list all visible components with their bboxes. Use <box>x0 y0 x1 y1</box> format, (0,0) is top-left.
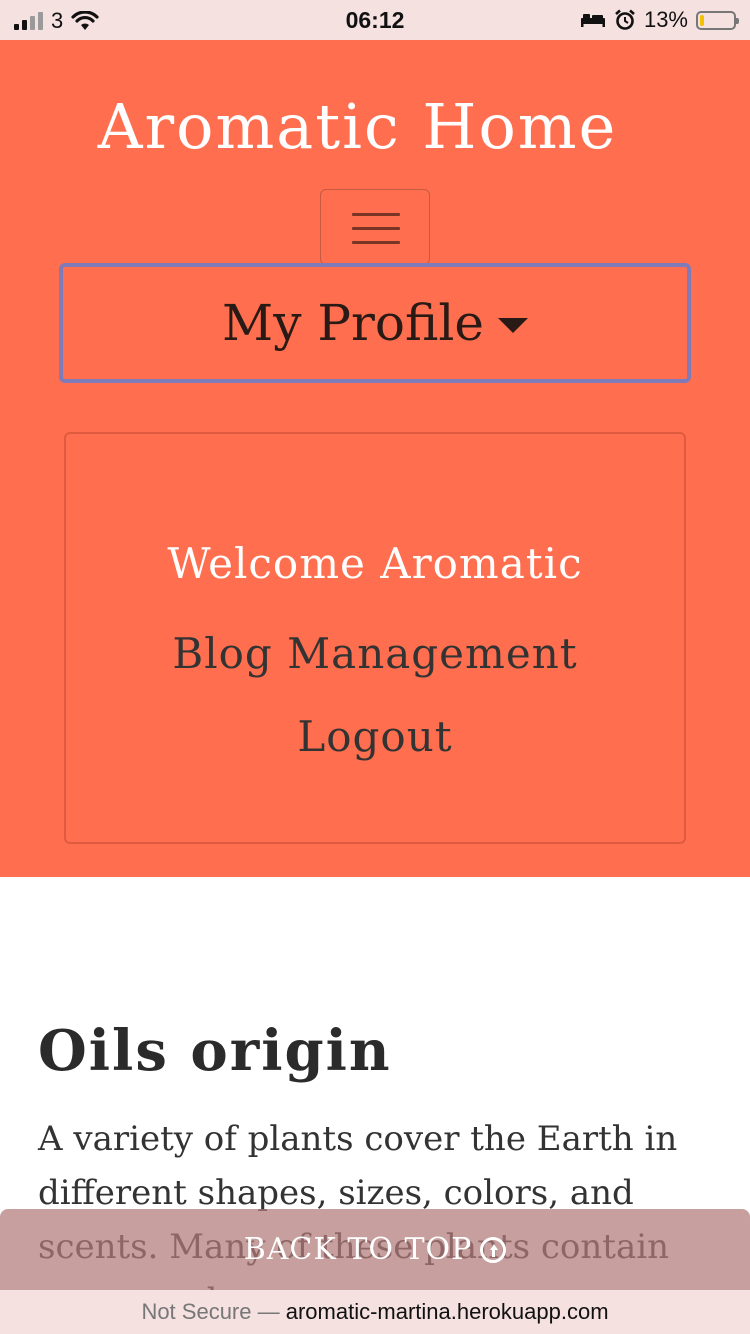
arrow-up-circle-icon <box>480 1236 507 1263</box>
caret-down-icon <box>497 317 528 333</box>
url-domain: aromatic-martina.herokuapp.com <box>285 1299 609 1324</box>
bed-icon <box>580 14 605 27</box>
blog-management-link[interactable]: Blog Management <box>66 629 684 678</box>
battery-percent: 13% <box>643 7 688 32</box>
browser-url-bar[interactable]: Not Secure — aromatic-martina.herokuapp.… <box>0 1290 750 1334</box>
profile-dropdown-menu: Welcome Aromatic Blog Management Logout <box>64 432 686 844</box>
alarm-icon <box>615 9 635 30</box>
status-bar: 3 06:12 13% <box>0 0 750 40</box>
security-label: Not Secure — <box>141 1299 280 1324</box>
my-profile-dropdown-button[interactable]: My Profile <box>59 263 691 383</box>
welcome-user-item[interactable]: Welcome Aromatic <box>66 539 684 588</box>
brand-title[interactable]: Aromatic Home <box>0 90 715 163</box>
site-header: Aromatic Home My Profile Welcome Aromati… <box>0 40 750 877</box>
section-title: Oils origin <box>38 1018 392 1084</box>
back-to-top-label: BACK TO TOP <box>243 1232 473 1267</box>
hamburger-icon[interactable] <box>320 189 430 265</box>
back-to-top-button[interactable]: BACK TO TOP <box>0 1209 750 1290</box>
status-right: 13% <box>580 7 739 33</box>
battery-level <box>700 14 704 26</box>
my-profile-label: My Profile <box>222 294 484 352</box>
logout-link[interactable]: Logout <box>66 712 684 761</box>
battery-icon <box>696 10 739 30</box>
